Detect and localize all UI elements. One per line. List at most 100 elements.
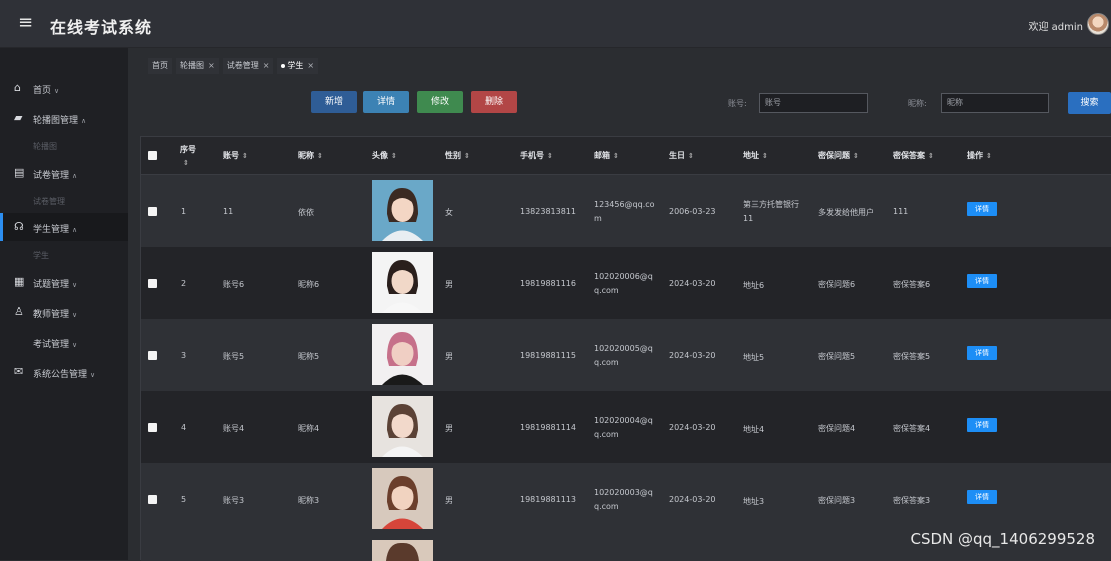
column-header-answer[interactable]: 密保答案⇕ xyxy=(893,150,934,161)
column-header-action: 操作⇕ xyxy=(967,150,992,161)
main-content: 首页 轮播图× 试卷管理× 学生× 新增 详情 修改 删除 账号: 账号 昵称:… xyxy=(128,48,1111,560)
sidebar-item-label: 首页 xyxy=(33,86,51,96)
column-header-avatar[interactable]: 头像⇕ xyxy=(372,150,397,161)
table-row[interactable]: 4账号4昵称4男19819881114102020004@qq.com2024-… xyxy=(141,391,1111,463)
sidebar-subitem-label: 学生 xyxy=(33,250,49,261)
sidebar-item-teacher[interactable]: ♙ 教师管理∨ xyxy=(0,298,128,326)
cell-gender: 女 xyxy=(445,207,453,218)
chevron-down-icon: ∨ xyxy=(72,341,77,349)
cell-gender: 男 xyxy=(445,495,453,506)
account-search-input[interactable]: 账号 xyxy=(759,93,868,113)
row-detail-button[interactable]: 详情 xyxy=(967,346,997,360)
sidebar-item-question[interactable]: ▦ 试题管理∨ xyxy=(0,268,128,296)
sidebar-item-exam[interactable]: 考试管理∨ xyxy=(0,328,128,356)
hamburger-menu-icon[interactable]: ≡ xyxy=(18,14,36,32)
sort-icon: ⇕ xyxy=(986,152,992,160)
sort-icon: ⇕ xyxy=(853,152,859,160)
column-header-label: 手机号 xyxy=(520,151,544,160)
column-header-nickname[interactable]: 昵称⇕ xyxy=(298,150,323,161)
row-checkbox[interactable] xyxy=(148,351,157,360)
table-row[interactable]: 111依依女13823813811123456@qq.com2006-03-23… xyxy=(141,175,1111,247)
nickname-search-input[interactable]: 昵称 xyxy=(941,93,1049,113)
detail-button[interactable]: 详情 xyxy=(363,91,409,113)
cell-question: 密保问题5 xyxy=(818,351,855,362)
column-header-account[interactable]: 账号⇕ xyxy=(223,150,248,161)
user-avatar[interactable] xyxy=(1087,13,1109,35)
cell-phone: 19819881113 xyxy=(520,495,576,504)
row-detail-button[interactable]: 详情 xyxy=(967,274,997,288)
row-detail-button[interactable]: 详情 xyxy=(967,418,997,432)
sidebar-item-carousel[interactable]: ▰ 轮播图管理∧ xyxy=(0,104,128,132)
column-header-email[interactable]: 邮箱⇕ xyxy=(594,150,619,161)
avatar-photo xyxy=(372,540,433,561)
table-row[interactable]: 3账号5昵称5男19819881115102020005@qq.com2024-… xyxy=(141,319,1111,391)
sidebar-subitem-label: 轮播图 xyxy=(33,141,57,152)
cell-email: 102020005@qq.com xyxy=(594,342,653,370)
sidebar-item-student[interactable]: ☊ 学生管理∧ xyxy=(0,213,128,241)
row-checkbox[interactable] xyxy=(148,495,157,504)
column-header-question[interactable]: 密保问题⇕ xyxy=(818,150,859,161)
search-button[interactable]: 搜索 xyxy=(1068,92,1111,114)
sort-icon: ⇕ xyxy=(762,152,768,160)
cell-birthday: 2006-03-23 xyxy=(669,207,716,216)
cell-nickname: 昵称4 xyxy=(298,423,319,434)
cell-account: 11 xyxy=(223,207,233,216)
cell-email: 123456@qq.com xyxy=(594,198,655,226)
list-icon: ▤ xyxy=(14,167,25,178)
sidebar-subitem-student[interactable]: 学生 xyxy=(0,243,128,267)
column-header-label: 序号 xyxy=(180,145,196,154)
cell-answer: 密保答案4 xyxy=(893,423,930,434)
table-row[interactable]: 5账号3昵称3男19819881113102020003@qq.com2024-… xyxy=(141,463,1111,535)
sidebar-subitem-carousel[interactable]: 轮播图 xyxy=(0,134,128,158)
nickname-search-label: 昵称: xyxy=(908,98,927,109)
column-header-phone[interactable]: 手机号⇕ xyxy=(520,150,553,161)
grid-icon: ▦ xyxy=(14,276,25,287)
table-row[interactable]: 2账号6昵称6男19819881116102020006@qq.com2024-… xyxy=(141,247,1111,319)
column-header-gender[interactable]: 性别⇕ xyxy=(445,150,470,161)
edit-button[interactable]: 修改 xyxy=(417,91,463,113)
avatar-photo xyxy=(372,468,433,529)
cell-no: 1 xyxy=(181,207,186,216)
chevron-down-icon: ∨ xyxy=(72,311,77,319)
column-header-address[interactable]: 地址⇕ xyxy=(743,150,768,161)
cell-question: 密保问题6 xyxy=(818,279,855,290)
tab-home[interactable]: 首页 xyxy=(148,58,172,74)
cell-birthday: 2024-03-20 xyxy=(669,423,716,432)
row-detail-button[interactable]: 详情 xyxy=(967,202,997,216)
column-header-label: 邮箱 xyxy=(594,151,610,160)
row-checkbox[interactable] xyxy=(148,207,157,216)
cell-question: 多发发给他用户 xyxy=(818,207,874,218)
sidebar-item-announcement[interactable]: ✉ 系统公告管理∨ xyxy=(0,358,128,386)
cell-answer: 密保答案6 xyxy=(893,279,930,290)
row-detail-button[interactable]: 详情 xyxy=(967,490,997,504)
watermark: CSDN @qq_1406299528 xyxy=(910,530,1095,548)
sidebar-item-exam-paper[interactable]: ▤ 试卷管理∧ xyxy=(0,159,128,187)
cell-no: 2 xyxy=(181,279,186,288)
student-icon: ☊ xyxy=(14,221,25,232)
tab-carousel[interactable]: 轮播图× xyxy=(176,58,219,74)
cell-gender: 男 xyxy=(445,279,453,290)
cell-answer: 密保答案3 xyxy=(893,495,930,506)
close-icon[interactable]: × xyxy=(208,61,215,70)
column-header-no[interactable]: 序号⇕ xyxy=(180,143,196,170)
row-checkbox[interactable] xyxy=(148,279,157,288)
cell-phone: 19819881115 xyxy=(520,351,576,360)
delete-button[interactable]: 删除 xyxy=(471,91,517,113)
tab-exam-paper[interactable]: 试卷管理× xyxy=(223,58,274,74)
chevron-up-icon: ∧ xyxy=(72,226,77,234)
column-header-birthday[interactable]: 生日⇕ xyxy=(669,150,694,161)
tab-label: 学生 xyxy=(287,61,303,70)
cell-account: 账号5 xyxy=(223,351,244,362)
close-icon[interactable]: × xyxy=(263,61,270,70)
tab-student[interactable]: 学生 × xyxy=(277,58,318,74)
cell-address: 地址4 xyxy=(743,423,764,437)
select-all-checkbox[interactable] xyxy=(148,151,157,160)
add-button[interactable]: 新增 xyxy=(311,91,357,113)
sidebar-subitem-exam-paper[interactable]: 试卷管理 xyxy=(0,189,128,213)
sidebar-item-home[interactable]: ⌂ 首页∨ xyxy=(0,74,128,102)
cell-address: 地址5 xyxy=(743,351,764,365)
row-checkbox[interactable] xyxy=(148,423,157,432)
avatar-photo xyxy=(372,396,433,457)
close-icon[interactable]: × xyxy=(307,61,314,70)
cell-address-line: 地址3 xyxy=(743,495,764,509)
